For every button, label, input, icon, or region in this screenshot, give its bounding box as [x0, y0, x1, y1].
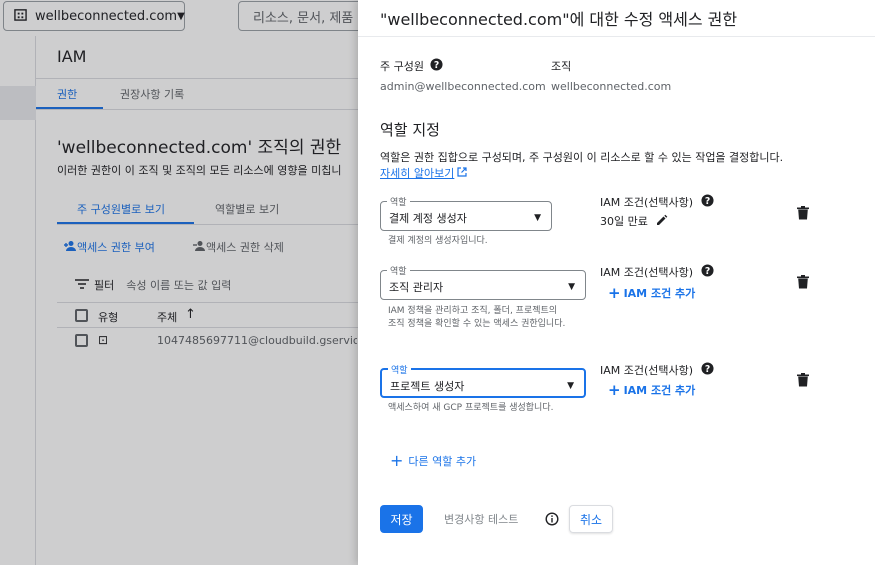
- principal-label-row: 주 구성원 ?: [380, 58, 443, 74]
- plus-icon: +: [390, 451, 404, 470]
- svg-text:?: ?: [434, 60, 439, 71]
- assign-roles-description: 역할은 권한 집합으로 구성되며, 주 구성원이 이 리소스로 할 수 있는 작…: [380, 151, 784, 164]
- iam-condition-label-row: IAM 조건(선택사항) ?: [600, 194, 714, 210]
- edit-access-panel: "wellbeconnected.com"에 대한 수정 액세스 권한 주 구성…: [358, 0, 875, 565]
- role-select-1[interactable]: 역할 결제 계정 생성자 ▼: [380, 195, 552, 231]
- iam-condition-label: IAM 조건(선택사항): [600, 196, 694, 209]
- assign-roles-heading: 역할 지정: [380, 121, 440, 139]
- principal-label: 주 구성원: [380, 60, 424, 73]
- principal-value: admin@wellbeconnected.com: [380, 80, 546, 93]
- role-select-label: 역할: [388, 363, 411, 376]
- delete-role-1-icon[interactable]: [797, 205, 811, 221]
- divider: [358, 36, 875, 37]
- role-help-text: 결제 계정의 생성자입니다.: [388, 236, 488, 246]
- iam-condition-value[interactable]: 30일 만료: [600, 213, 668, 229]
- add-another-role-button[interactable]: + 다른 역할 추가: [390, 451, 476, 470]
- learn-more-link[interactable]: 자세히 알아보기: [380, 165, 467, 181]
- external-link-icon: [457, 166, 467, 180]
- role-select-label: 역할: [387, 264, 410, 277]
- help-icon[interactable]: ?: [701, 264, 714, 280]
- chevron-down-icon: ▼: [534, 213, 541, 223]
- role-help-text: IAM 정책을 관리하고 조직, 폴더, 프로젝트의 조직 정책을 확인할 수 …: [388, 306, 566, 329]
- org-label: 조직: [551, 60, 572, 73]
- add-another-role-label: 다른 역할 추가: [408, 454, 477, 468]
- role-select-label: 역할: [387, 195, 410, 208]
- add-iam-condition-label: IAM 조건 추가: [623, 384, 696, 397]
- help-icon[interactable]: ?: [701, 362, 714, 378]
- chevron-down-icon: ▼: [568, 282, 575, 292]
- org-value: wellbeconnected.com: [551, 80, 672, 93]
- role-select-value: 조직 관리자: [389, 281, 444, 294]
- plus-icon: +: [608, 381, 621, 399]
- help-icon[interactable]: ?: [701, 194, 714, 210]
- test-changes-button[interactable]: 변경사항 테스트: [444, 511, 518, 527]
- role-select-value: 결제 계정 생성자: [389, 212, 467, 225]
- cancel-button[interactable]: 취소: [569, 505, 613, 533]
- plus-icon: +: [608, 284, 621, 302]
- iam-condition-label: IAM 조건(선택사항): [600, 266, 694, 279]
- iam-condition-name: 30일 만료: [600, 215, 648, 228]
- delete-role-2-icon[interactable]: [797, 274, 811, 290]
- iam-condition-label: IAM 조건(선택사항): [600, 364, 694, 377]
- svg-text:?: ?: [705, 196, 710, 207]
- svg-text:?: ?: [705, 266, 710, 277]
- svg-text:?: ?: [705, 364, 710, 375]
- role-select-3[interactable]: 역할 프로젝트 생성자 ▼: [380, 363, 586, 398]
- panel-title: "wellbeconnected.com"에 대한 수정 액세스 권한: [380, 10, 738, 29]
- role-help-text: 액세스하여 새 GCP 프로젝트를 생성합니다.: [388, 403, 554, 413]
- add-iam-condition-button[interactable]: + IAM 조건 추가: [608, 381, 695, 399]
- info-icon[interactable]: [545, 511, 559, 526]
- add-iam-condition-label: IAM 조건 추가: [623, 287, 696, 300]
- learn-more-label: 자세히 알아보기: [380, 167, 455, 180]
- add-iam-condition-button[interactable]: + IAM 조건 추가: [608, 284, 695, 302]
- modal-scrim[interactable]: [0, 0, 358, 565]
- edit-pencil-icon[interactable]: [656, 214, 668, 229]
- chevron-down-icon: ▼: [567, 381, 574, 391]
- help-icon[interactable]: ?: [430, 58, 443, 74]
- delete-role-3-icon[interactable]: [797, 372, 811, 388]
- iam-condition-label-row: IAM 조건(선택사항) ?: [600, 362, 714, 378]
- iam-condition-label-row: IAM 조건(선택사항) ?: [600, 264, 714, 280]
- role-select-value: 프로젝트 생성자: [390, 380, 465, 393]
- role-select-2[interactable]: 역할 조직 관리자 ▼: [380, 264, 586, 300]
- save-button[interactable]: 저장: [380, 505, 423, 533]
